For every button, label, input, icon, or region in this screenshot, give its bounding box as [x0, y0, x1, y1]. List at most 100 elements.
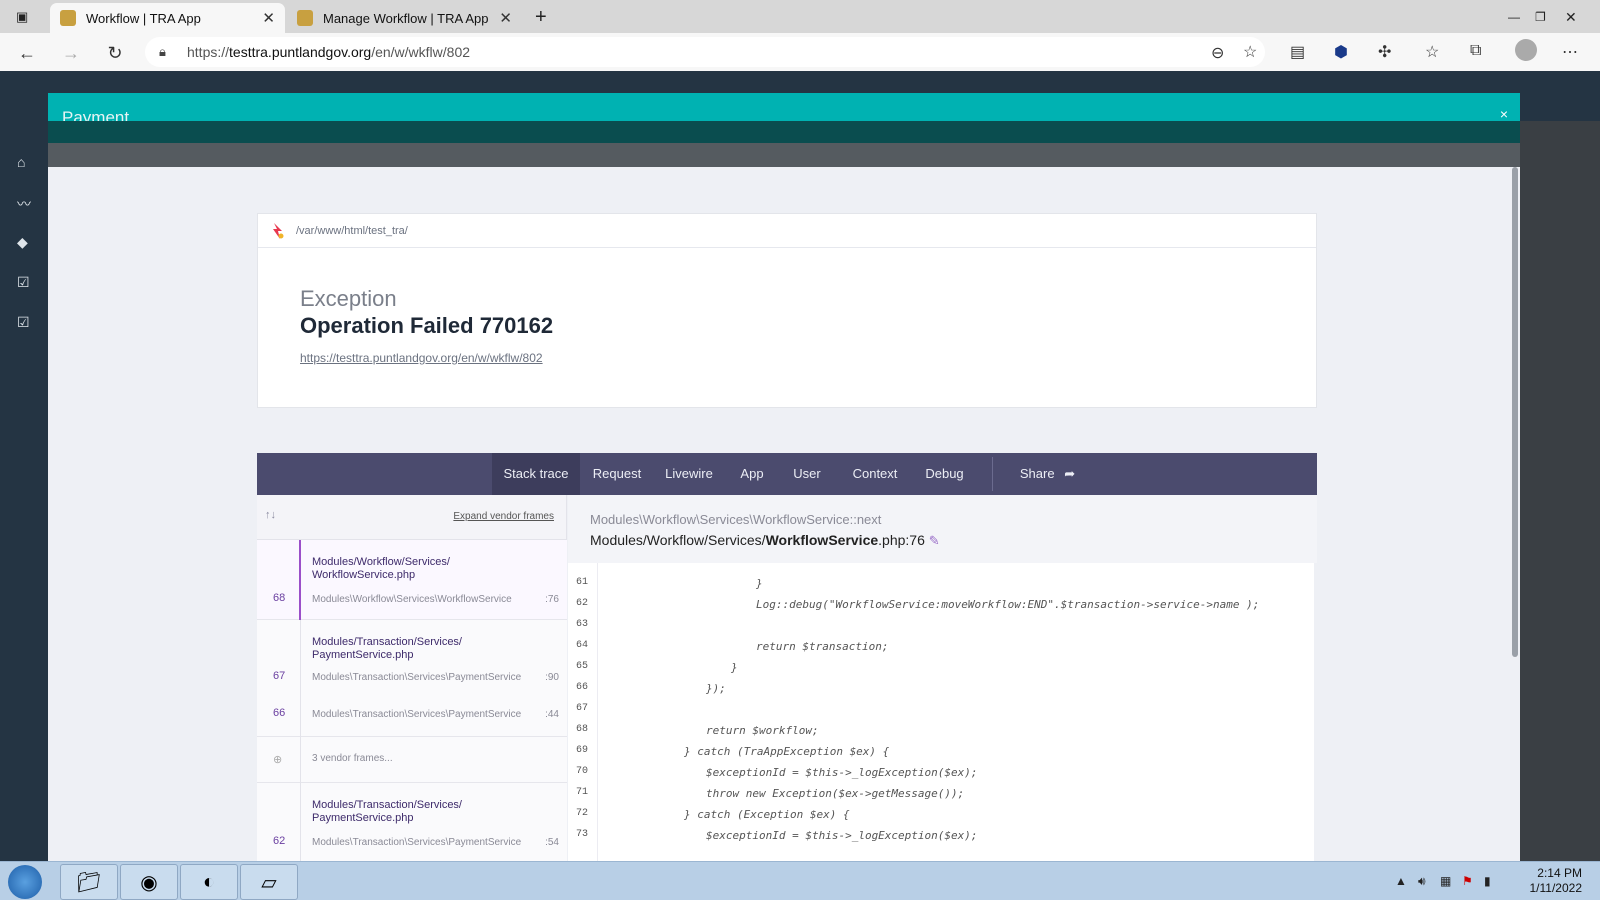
code-line: } [756, 577, 763, 590]
line-number: 73 [576, 829, 589, 840]
collections-icon[interactable]: ⧉ [1470, 42, 1481, 60]
tab-user[interactable]: User [787, 453, 827, 495]
stack-frame[interactable]: 68 Modules/Workflow/Services/ WorkflowSe… [257, 540, 567, 620]
frame-class: Modules\Transaction\Services\PaymentServ… [312, 709, 522, 720]
frame-line: :54 [545, 837, 559, 848]
tab-debug[interactable]: Debug [917, 453, 972, 495]
code-line: Log::debug("WorkflowService:moveWorkflow… [756, 598, 1260, 611]
line-number: 66 [576, 682, 589, 693]
tag-icon[interactable]: ◆ [17, 234, 28, 251]
favorites-icon[interactable]: ☆ [1425, 42, 1439, 62]
line-gutter: 61 62 63 64 65 66 67 68 69 70 71 72 73 [568, 563, 598, 861]
exception-type: Exception [300, 286, 397, 311]
app-window-icon[interactable]: ▱ [240, 864, 298, 900]
tab-app[interactable]: App [732, 453, 772, 495]
exception-url-link[interactable]: https://testtra.puntlandgov.org/en/w/wkf… [300, 351, 543, 365]
tab-title: Workflow | TRA App [86, 10, 201, 26]
checkbox-icon[interactable]: ☑ [17, 274, 30, 291]
stack-frame[interactable]: 62 Modules/Transaction/Services/ Payment… [257, 783, 567, 861]
stack-frame[interactable]: 67 Modules/Transaction/Services/ Payment… [257, 620, 567, 737]
code-line: throw new Exception($ex->getMessage()); [706, 787, 965, 800]
line-number: 64 [576, 640, 589, 651]
frame-line: :76 [545, 594, 559, 605]
frame-file-name: PaymentService.php [312, 812, 414, 824]
tab-request[interactable]: Request [585, 453, 649, 495]
minimize-icon[interactable]: — [1508, 3, 1520, 31]
tab-share[interactable]: Share ➦ [1005, 453, 1090, 495]
back-icon[interactable]: ← [14, 40, 40, 66]
expand-vendor-frames-link[interactable]: Expand vendor frames [453, 511, 554, 522]
code-header: Modules\Workflow\Services\WorkflowServic… [568, 495, 1317, 563]
modal-subheader [48, 121, 1520, 143]
line-number: 68 [576, 724, 589, 735]
checkbox-icon[interactable]: ☑ [17, 314, 30, 331]
line-number: 70 [576, 766, 589, 777]
more-icon[interactable]: ⋯ [1562, 42, 1578, 62]
frame-number: 67 [273, 670, 286, 682]
tab-actions-icon[interactable]: ▣ [16, 3, 28, 31]
extension-shield-icon[interactable]: ⬢ [1334, 42, 1348, 62]
browser-tab-manage-workflow[interactable]: Manage Workflow | TRA App ✕ [287, 3, 522, 33]
close-tab-icon[interactable]: ✕ [262, 9, 275, 27]
edge-icon[interactable]: ◐ [180, 864, 238, 900]
app-path: /var/www/html/test_tra/ [296, 224, 408, 237]
app-sidebar: ⌂ 〰 ◆ ☑ ☑ [0, 121, 48, 861]
url-text[interactable]: https://testtra.puntlandgov.org/en/w/wkf… [187, 44, 470, 60]
modal-scrollbar[interactable] [1512, 167, 1518, 657]
chrome-icon[interactable]: ◉ [120, 864, 178, 900]
chart-icon[interactable]: 〰 [17, 194, 31, 214]
restore-icon[interactable]: ❐ [1535, 3, 1546, 31]
frame-file-name: PaymentService.php [312, 649, 414, 661]
flag-icon[interactable]: ⚑ [1462, 874, 1473, 888]
lock-icon: 🔒︎ [159, 44, 166, 59]
favorite-add-icon[interactable]: ☆ [1243, 42, 1257, 62]
reading-icon[interactable]: ▤ [1290, 42, 1305, 62]
zoom-icon[interactable]: ⊖ [1211, 43, 1224, 63]
vendor-frames-toggle[interactable]: ⊕ 3 vendor frames... [257, 737, 567, 783]
signal-icon[interactable]: ▮ [1484, 874, 1491, 888]
vendor-frames-label: 3 vendor frames... [312, 753, 393, 764]
browser-tab-workflow[interactable]: Workflow | TRA App ✕ [50, 3, 285, 33]
line-number: 65 [576, 661, 589, 672]
frame-file-dir: Modules/Workflow/Services/ [312, 556, 450, 568]
code-line: return $workflow; [706, 724, 819, 737]
close-tab-icon[interactable]: ✕ [499, 9, 512, 27]
tray-expand-icon[interactable]: ▲ [1395, 874, 1407, 888]
modal-close-icon[interactable]: × [1500, 106, 1508, 122]
clock-date: 1/11/2022 [1529, 881, 1583, 895]
frame-class: Modules\Transaction\Services\PaymentServ… [312, 837, 522, 848]
modal-toolbar [48, 143, 1520, 167]
frame-number: 62 [273, 835, 286, 847]
start-button-icon[interactable] [8, 865, 42, 899]
network-icon[interactable]: ▦ [1440, 874, 1451, 888]
tab-context[interactable]: Context [845, 453, 905, 495]
volume-icon[interactable]: 🔊︎ [1418, 874, 1426, 889]
app-favicon-icon [60, 10, 76, 26]
modal-header: Payment × [48, 93, 1520, 127]
line-number: 72 [576, 808, 589, 819]
file-explorer-icon[interactable]: 📁︎ [60, 864, 118, 900]
home-icon[interactable]: ⌂ [17, 154, 25, 170]
new-tab-button[interactable]: + [535, 3, 547, 31]
extensions-icon[interactable]: ✣ [1378, 42, 1391, 62]
frame-number: 66 [273, 707, 286, 719]
sort-arrows-icon[interactable]: ↑↓ [265, 509, 276, 521]
line-number: 71 [576, 787, 589, 798]
frame-file-dir: Modules/Transaction/Services/ [312, 799, 462, 811]
clock[interactable]: 2:14 PM 1/11/2022 [1530, 866, 1583, 896]
tab-livewire[interactable]: Livewire [657, 453, 721, 495]
code-line: $exceptionId = $this->_logException($ex)… [706, 829, 978, 842]
forward-icon[interactable]: → [58, 40, 84, 66]
reload-icon[interactable]: ↻ [102, 40, 128, 66]
share-icon: ➦ [1064, 466, 1076, 481]
app-main-backdrop [1520, 121, 1600, 861]
tab-stack-trace[interactable]: Stack trace [492, 453, 580, 495]
error-tabs: Stack trace Request Livewire App User Co… [257, 453, 1317, 495]
line-number: 62 [576, 598, 589, 609]
profile-icon[interactable] [1515, 39, 1537, 61]
window-close-icon[interactable]: ✕ [1565, 3, 1577, 31]
address-bar[interactable]: 🔒︎ https://testtra.puntlandgov.org/en/w/… [145, 37, 1265, 67]
edit-pencil-icon[interactable]: ✎ [929, 533, 940, 548]
line-number: 67 [576, 703, 589, 714]
tab-divider [992, 457, 993, 491]
